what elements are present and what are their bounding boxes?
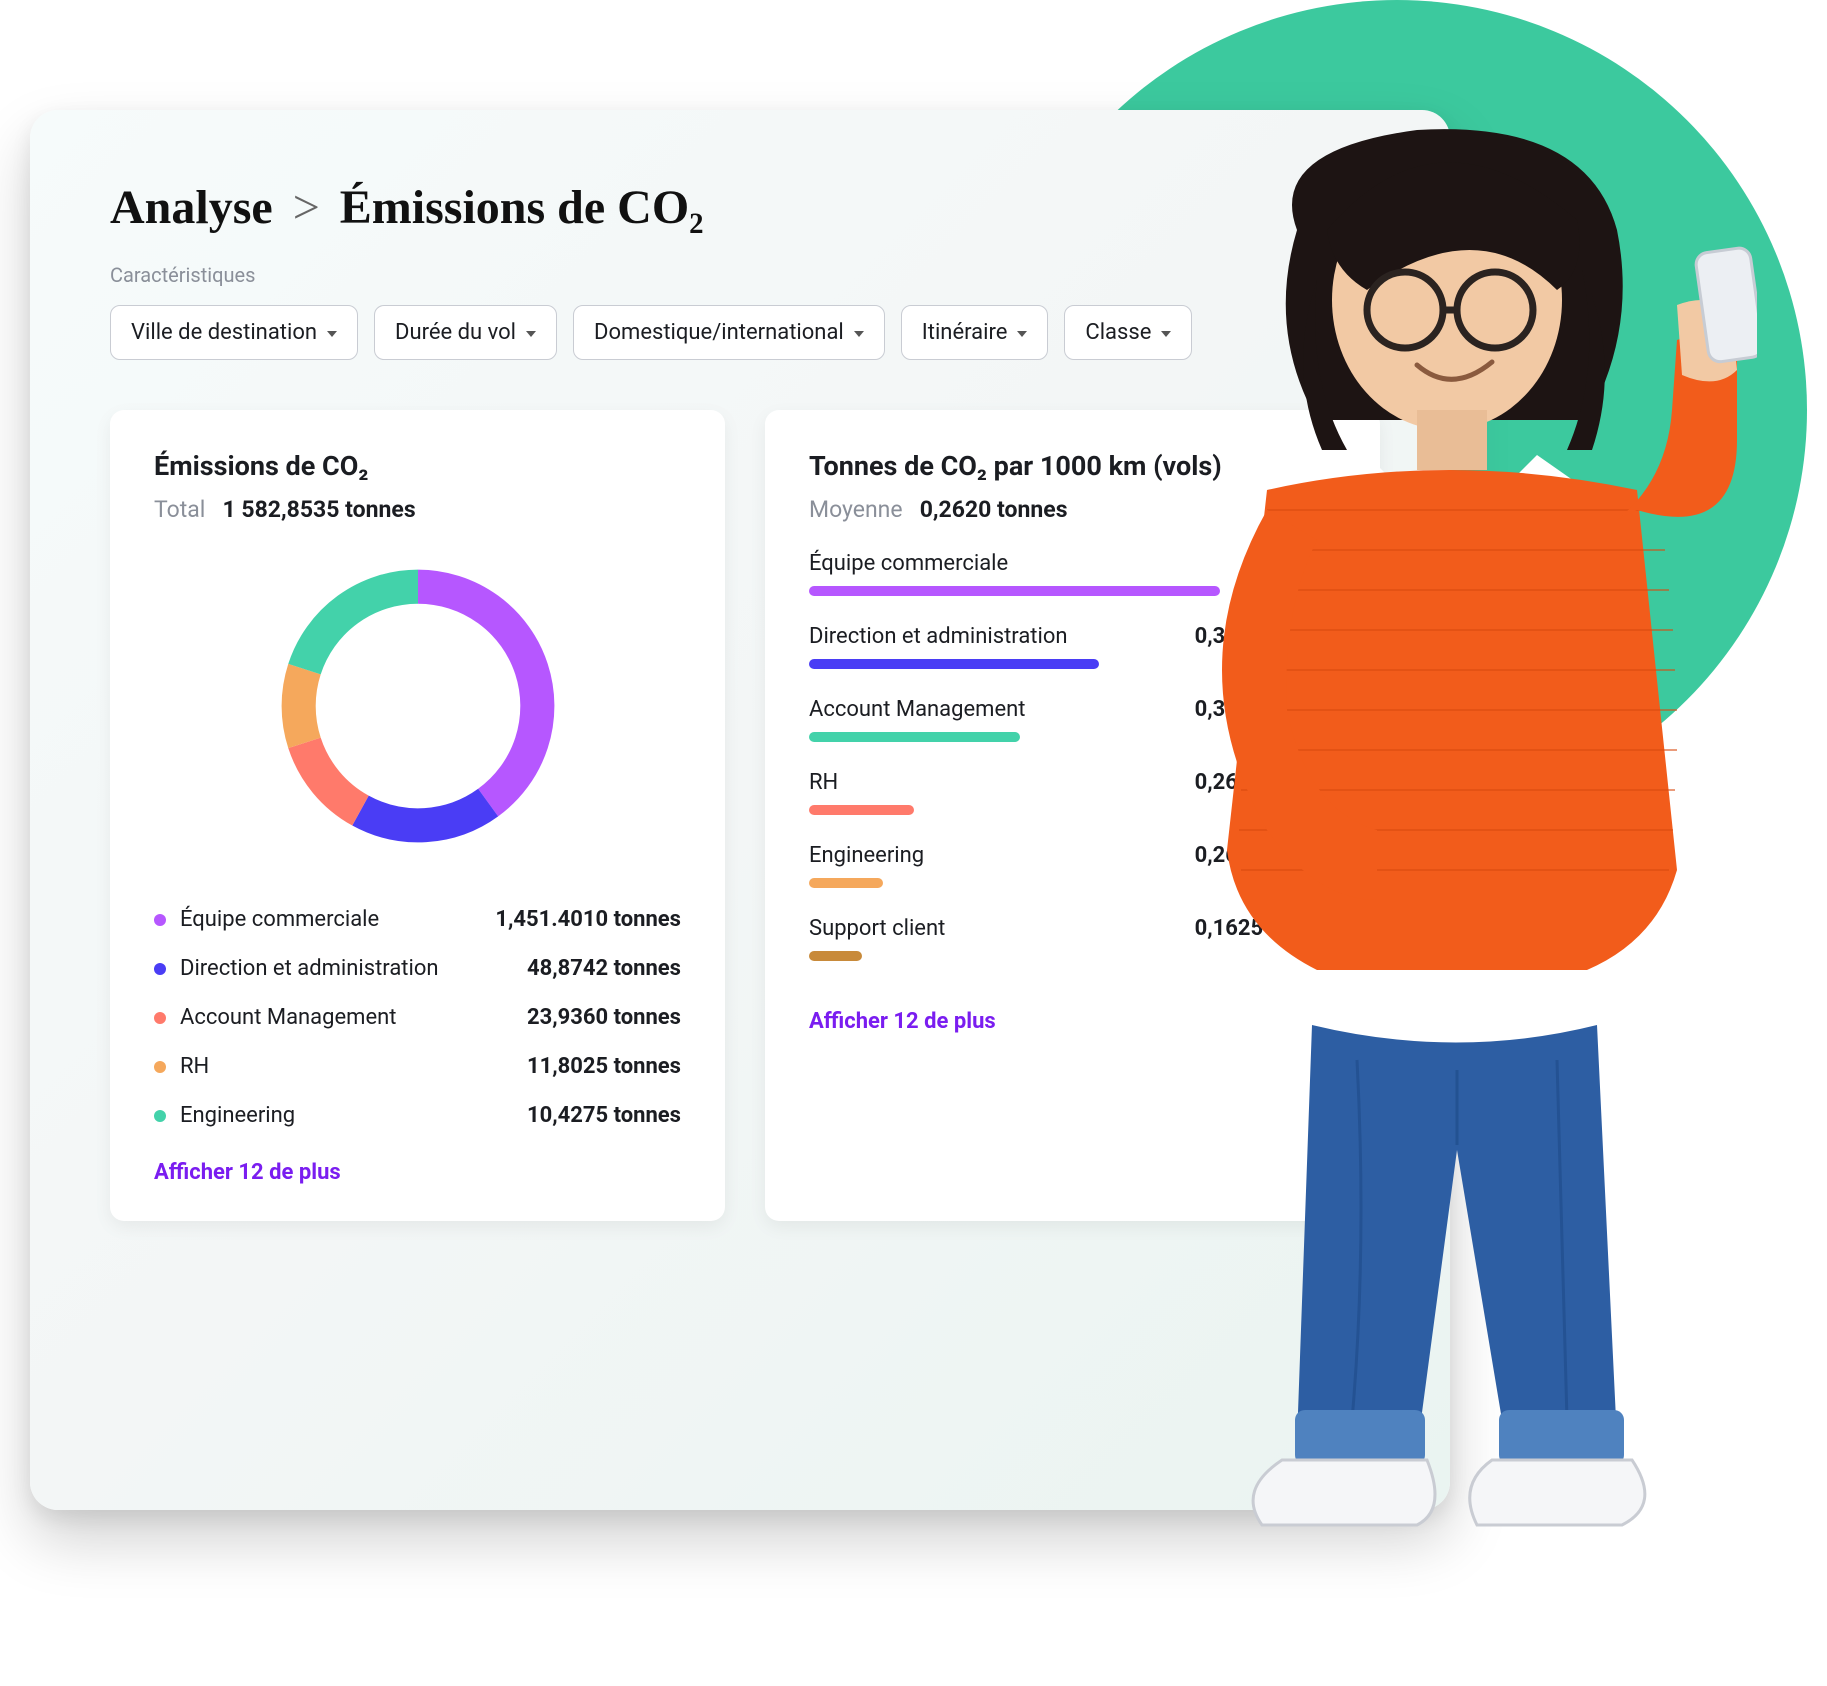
- bar-label: Account Management: [809, 697, 1025, 722]
- legend-color-dot: [154, 914, 166, 926]
- legend-color-dot: [154, 1061, 166, 1073]
- legend-row: Direction et administration 48,8742 tonne…: [154, 944, 681, 993]
- bar-fill: [809, 659, 1099, 669]
- legend-row: Account Management 23,9360 tonnes: [154, 993, 681, 1042]
- legend-color-dot: [154, 1110, 166, 1122]
- card-title: Émissions de CO₂: [154, 450, 681, 482]
- bar-fill: [809, 732, 1020, 742]
- legend-label: Engineering: [180, 1103, 295, 1128]
- legend-left: Engineering: [154, 1103, 295, 1128]
- legend-value: 48,8742 tonnes: [527, 956, 681, 981]
- filter-domestic-international[interactable]: Domestique/international: [573, 305, 885, 360]
- breadcrumb-root[interactable]: Analyse: [110, 181, 273, 234]
- show-more-link[interactable]: Afficher 12 de plus: [154, 1160, 341, 1185]
- donut-segment: [304, 743, 360, 811]
- chevron-down-icon: [526, 331, 536, 337]
- legend-label: Direction et administration: [180, 956, 439, 981]
- legend-value: 10,4275 tonnes: [527, 1103, 681, 1128]
- legend-label: Équipe commerciale: [180, 907, 379, 932]
- bar-label: Direction et administration: [809, 624, 1068, 649]
- legend-label: Account Management: [180, 1005, 396, 1030]
- subtitle-label: Total: [154, 496, 205, 523]
- donut-segment: [360, 803, 488, 826]
- donut-segment: [304, 587, 418, 669]
- legend-value: 11,8025 tonnes: [527, 1054, 681, 1079]
- filter-itinerary[interactable]: Itinéraire: [901, 305, 1049, 360]
- breadcrumb-current: Émissions de CO₂: [340, 181, 704, 234]
- subtitle-value: 1 582,8535 tonnes: [222, 496, 415, 523]
- donut-segment: [298, 669, 304, 743]
- legend-left: Équipe commerciale: [154, 907, 379, 932]
- card-title-text: Tonnes de CO₂ par 1000 km: [809, 450, 1146, 482]
- donut-chart: [154, 551, 681, 861]
- donut-segment: [418, 587, 537, 803]
- filter-flight-duration[interactable]: Durée du vol: [374, 305, 557, 360]
- filter-label: Ville de destination: [131, 320, 317, 345]
- bar-label: Équipe commerciale: [809, 551, 1008, 576]
- legend-row: Engineering 10,4275 tonnes: [154, 1091, 681, 1140]
- legend-left: Direction et administration: [154, 956, 439, 981]
- filter-label: Domestique/international: [594, 320, 844, 345]
- legend-row: Équipe commerciale 1,451.4010 tonnes: [154, 895, 681, 944]
- chevron-down-icon: [1017, 331, 1027, 337]
- person-illustration: [1117, 110, 1757, 1640]
- bar-label: Engineering: [809, 843, 924, 868]
- filter-label: Durée du vol: [395, 320, 516, 345]
- subtitle-label: Moyenne: [809, 496, 903, 523]
- bar-label: RH: [809, 770, 838, 795]
- chevron-down-icon: [327, 331, 337, 337]
- card-emissions-total: Émissions de CO₂ Total 1 582,8535 tonnes…: [110, 410, 725, 1221]
- donut-legend: Équipe commerciale 1,451.4010 tonnes Direc…: [154, 895, 681, 1140]
- bar-fill: [809, 805, 914, 815]
- legend-color-dot: [154, 1012, 166, 1024]
- legend-row: RH 11,8025 tonnes: [154, 1042, 681, 1091]
- legend-label: RH: [180, 1054, 209, 1079]
- show-more-link[interactable]: Afficher 12 de plus: [809, 1009, 996, 1034]
- filter-label: Itinéraire: [922, 320, 1008, 345]
- legend-left: Account Management: [154, 1005, 396, 1030]
- card-subtitle: Total 1 582,8535 tonnes: [154, 496, 681, 523]
- legend-value: 23,9360 tonnes: [527, 1005, 681, 1030]
- subtitle-value: 0,2620 tonnes: [920, 496, 1068, 523]
- legend-left: RH: [154, 1054, 209, 1079]
- donut-chart-svg: [263, 551, 573, 861]
- bar-label: Support client: [809, 916, 945, 941]
- decorative-person-with-phone: [1117, 110, 1757, 1640]
- legend-color-dot: [154, 963, 166, 975]
- bar-fill: [809, 951, 862, 961]
- filter-destination-city[interactable]: Ville de destination: [110, 305, 358, 360]
- breadcrumb-separator: >: [285, 181, 328, 234]
- legend-value: 1,451.4010 tonnes: [495, 907, 681, 932]
- bar-fill: [809, 878, 883, 888]
- chevron-down-icon: [854, 331, 864, 337]
